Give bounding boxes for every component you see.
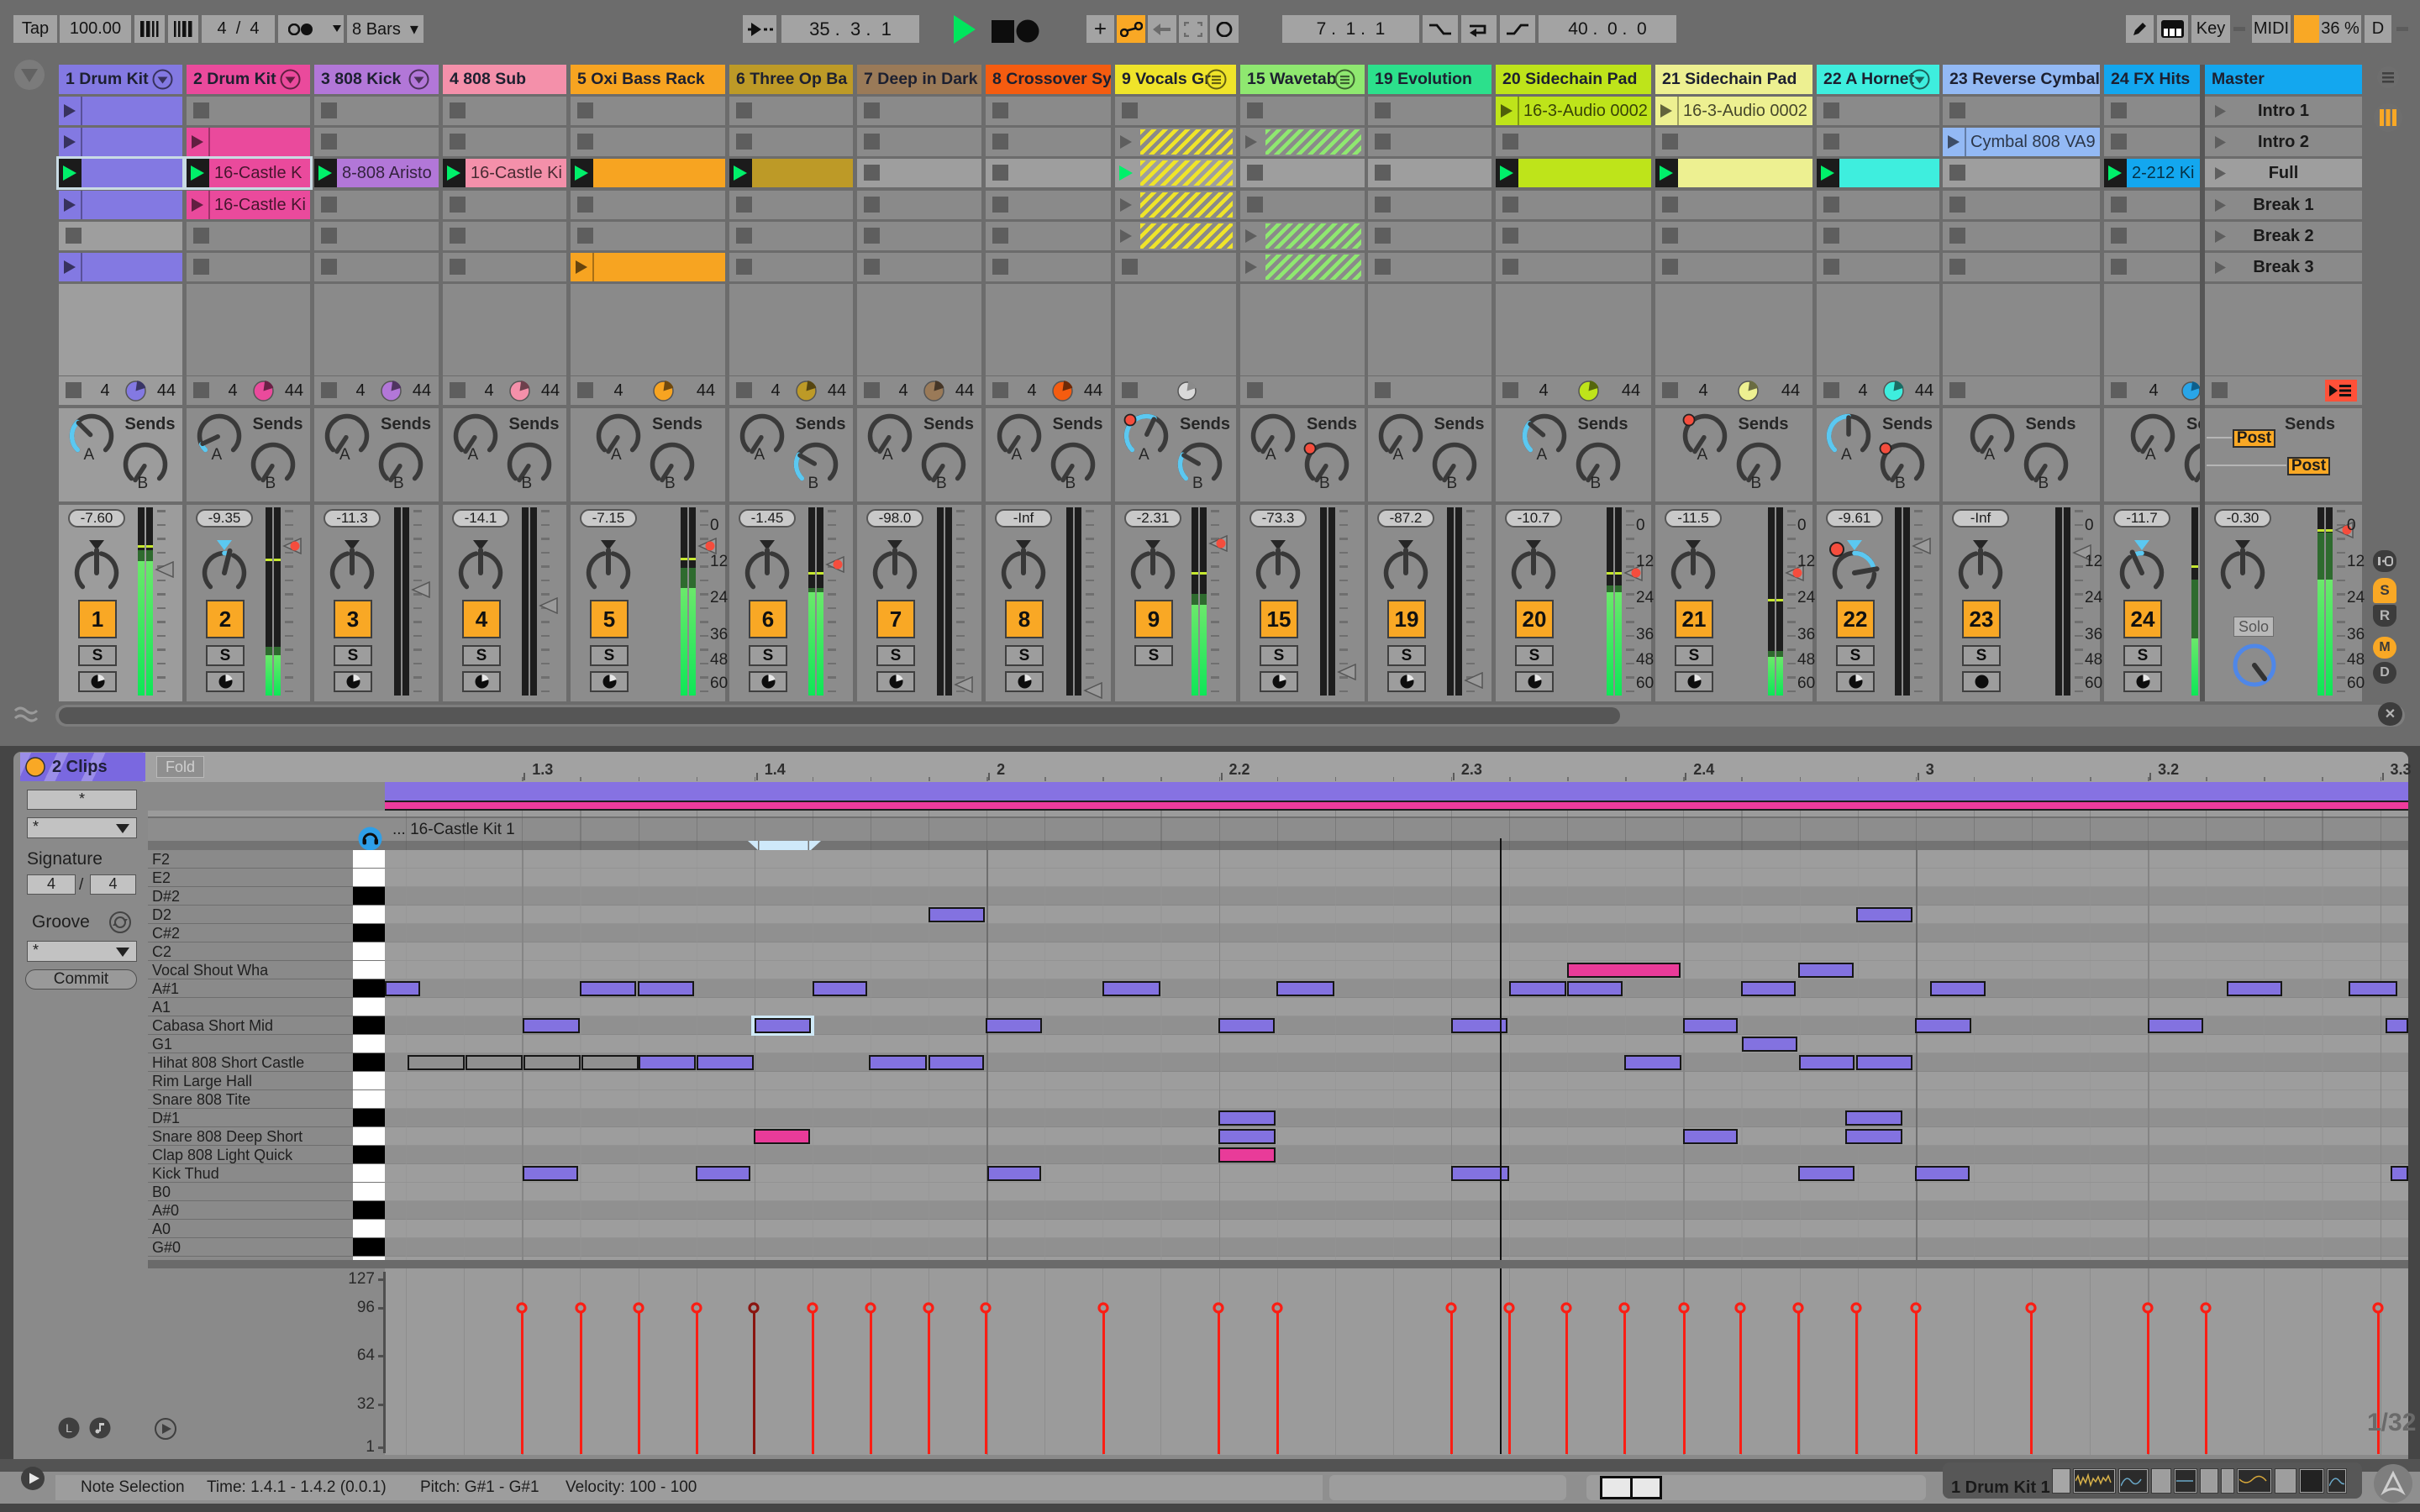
svg-text:L: L bbox=[66, 1421, 72, 1435]
